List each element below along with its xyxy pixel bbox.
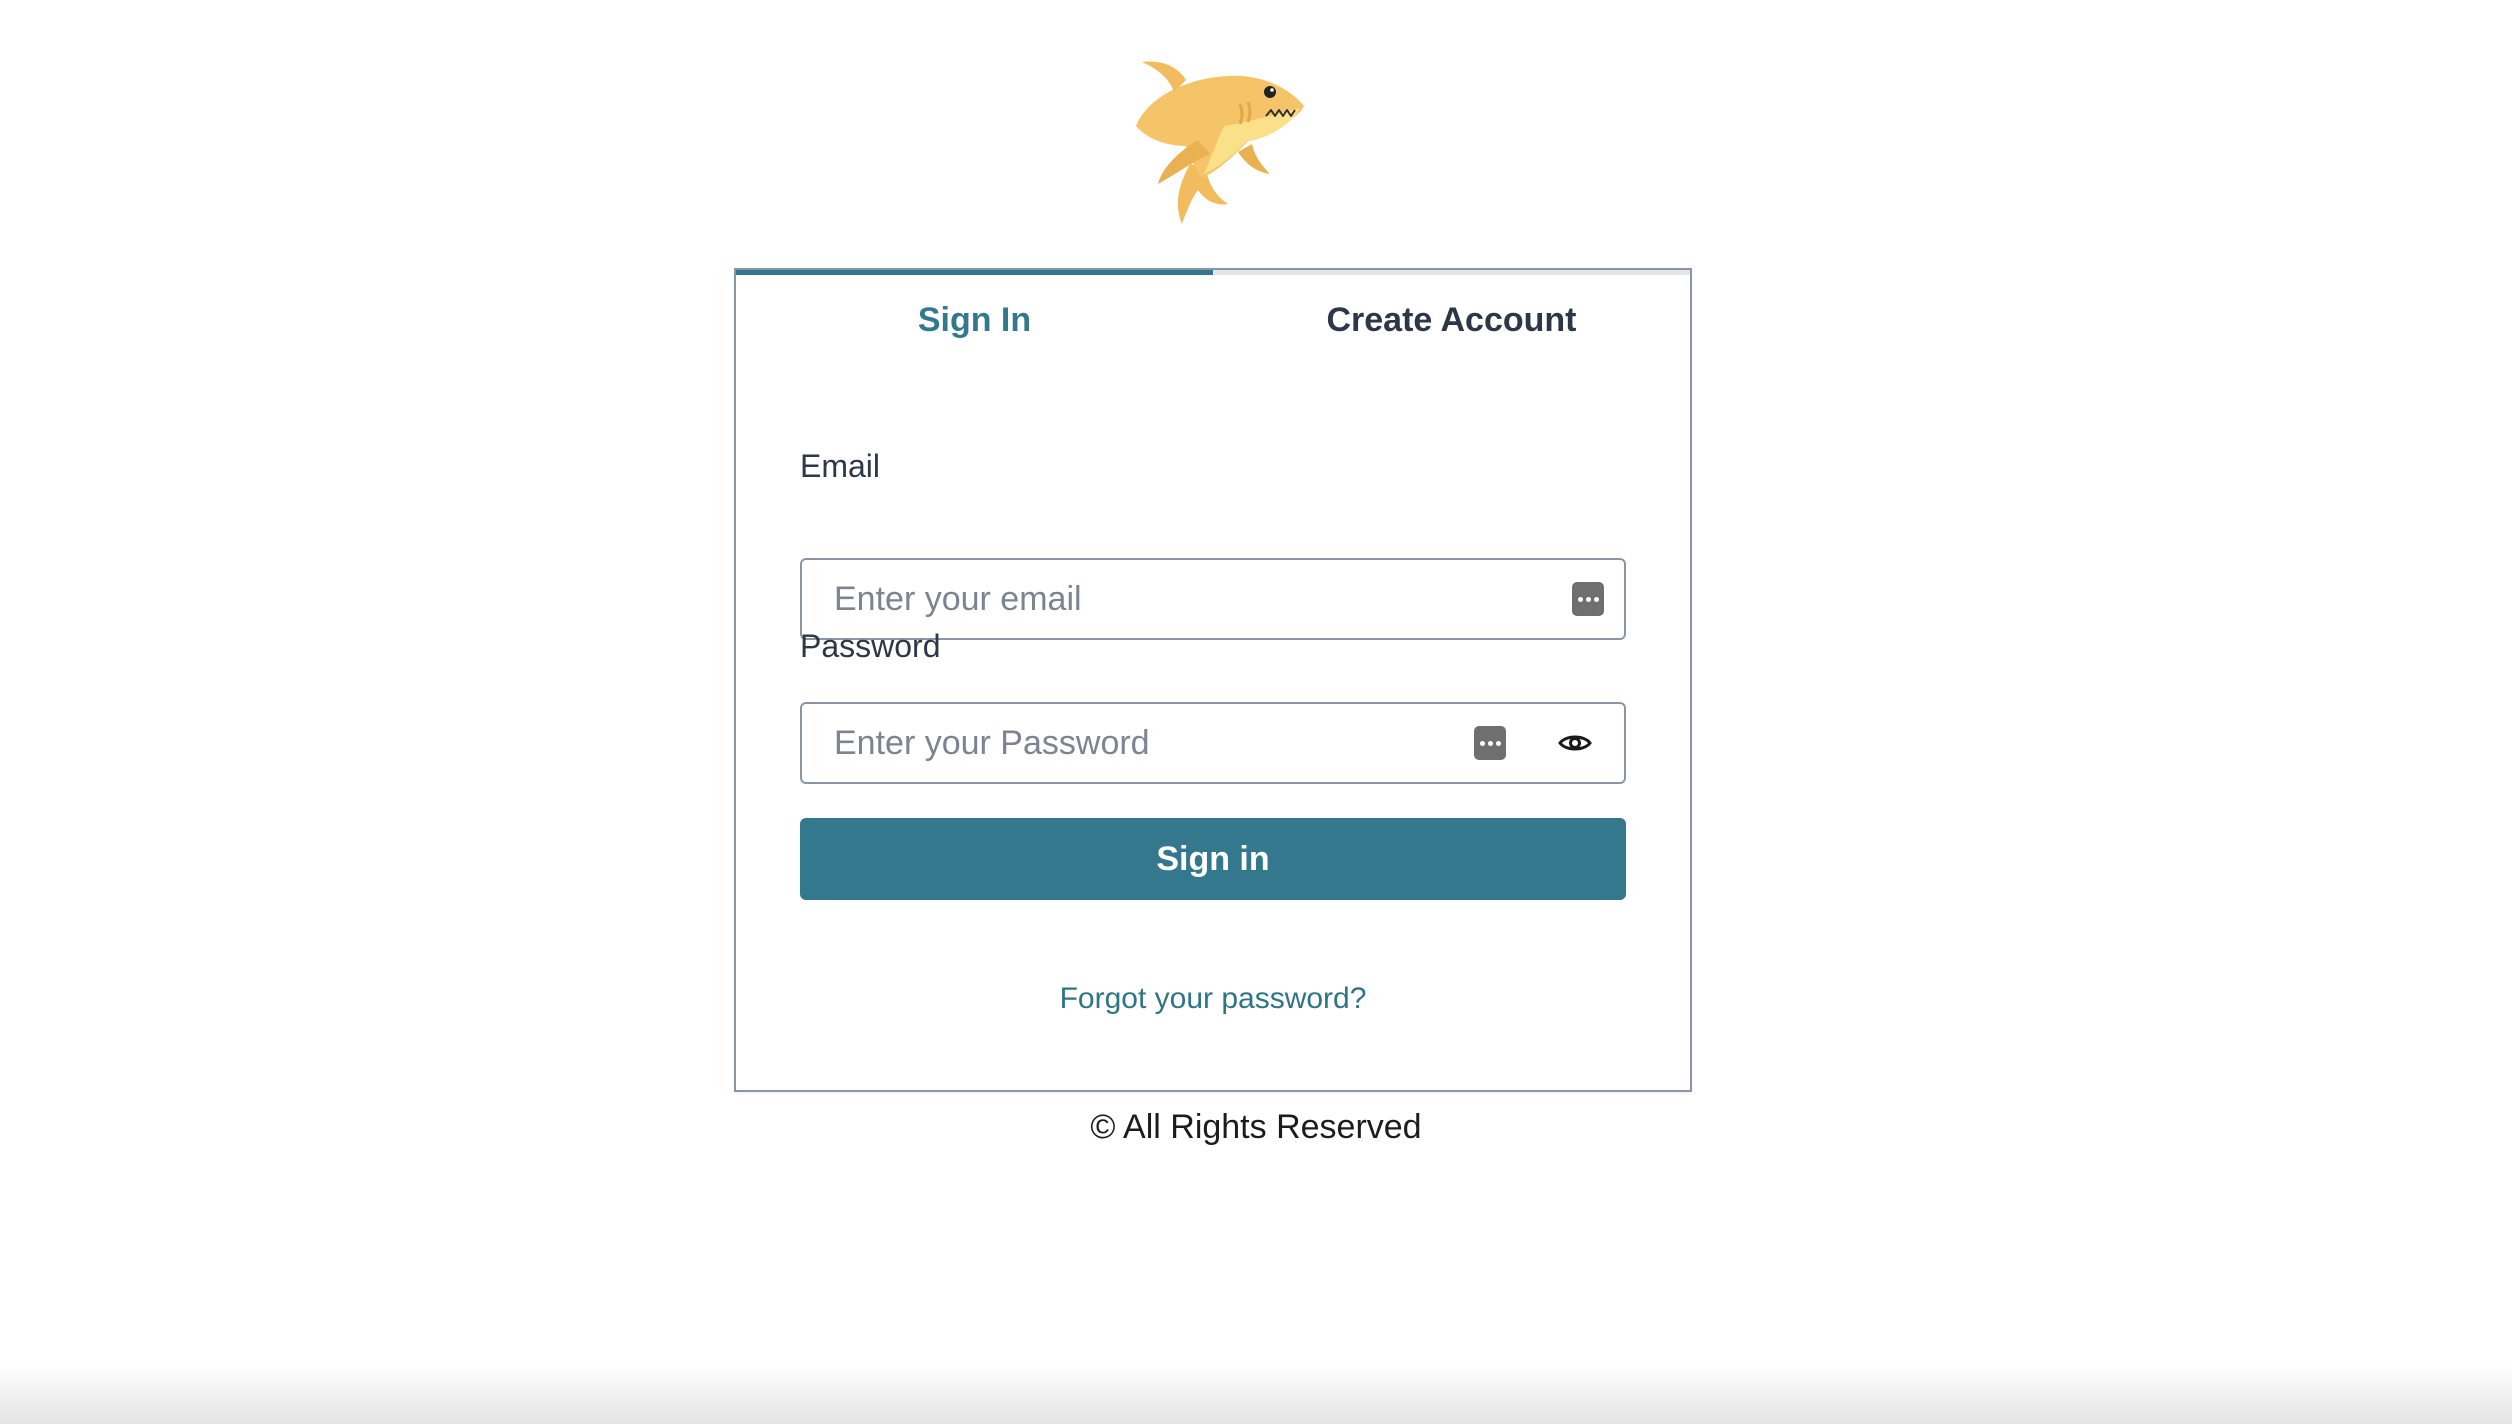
show-password-button[interactable] xyxy=(1526,702,1626,784)
password-label: Password xyxy=(800,628,941,664)
email-label: Email xyxy=(800,448,881,484)
auth-tabs: Sign In Create Account xyxy=(736,270,1690,380)
email-field[interactable] xyxy=(802,560,1624,638)
bottom-shadow xyxy=(0,1364,2512,1424)
tab-create-account-label: Create Account xyxy=(1326,301,1577,339)
tab-sign-in[interactable]: Sign In xyxy=(736,270,1213,380)
password-field-wrapper xyxy=(800,702,1528,784)
sign-in-button[interactable]: Sign in xyxy=(800,818,1626,900)
auth-card: Sign In Create Account Email Password xyxy=(734,268,1692,1092)
footer-copyright: © All Rights Reserved xyxy=(1090,1108,1422,1146)
autofill-key-icon[interactable] xyxy=(1572,582,1604,616)
forgot-password-link[interactable]: Forgot your password? xyxy=(736,982,1690,1016)
sign-in-page: Sign In Create Account Email Password xyxy=(0,0,2512,1424)
eye-icon xyxy=(1558,735,1592,751)
shark-logo-icon xyxy=(1136,61,1304,224)
tab-create-account[interactable]: Create Account xyxy=(1213,270,1690,380)
autofill-key-icon[interactable] xyxy=(1474,726,1506,760)
tab-sign-in-label: Sign In xyxy=(917,301,1032,339)
password-field[interactable] xyxy=(802,704,1526,782)
